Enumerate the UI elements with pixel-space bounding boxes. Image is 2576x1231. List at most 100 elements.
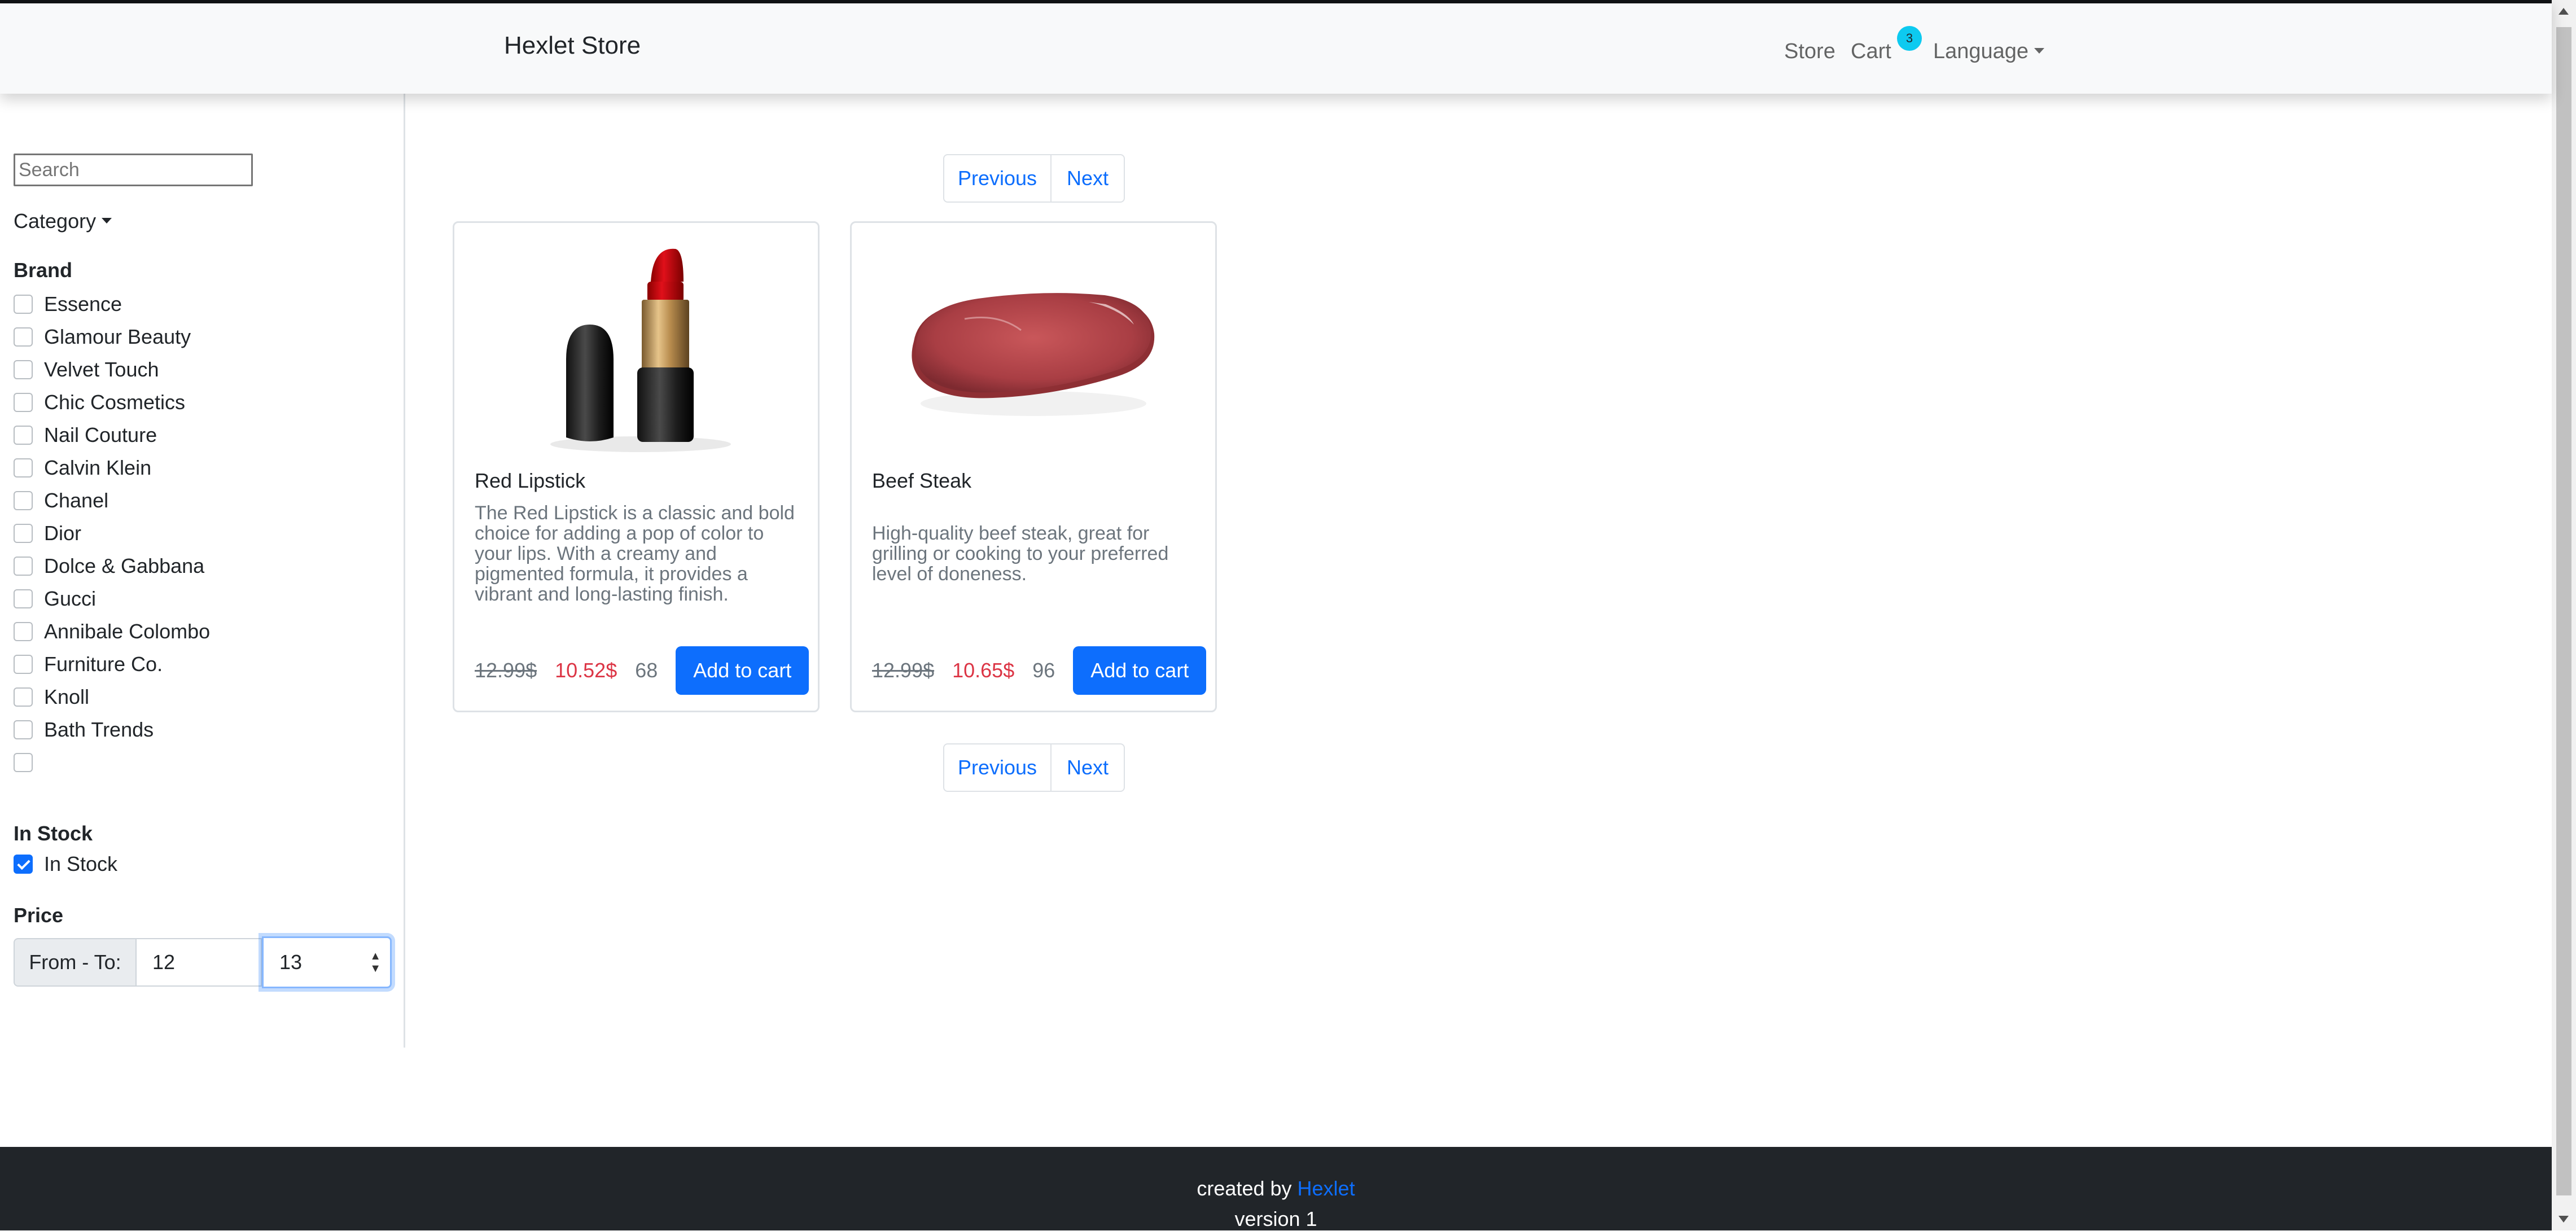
previous-page-button[interactable]: Previous bbox=[944, 155, 1052, 201]
footer-version: version 1 bbox=[1234, 1207, 1317, 1230]
brand-option-label: Glamour Beauty bbox=[44, 325, 191, 348]
old-price: 12.99$ bbox=[475, 659, 537, 682]
checkbox[interactable] bbox=[14, 393, 33, 412]
product-card: Red Lipstick The Red Lipstick is a class… bbox=[453, 221, 820, 712]
checkbox[interactable] bbox=[14, 295, 33, 314]
price-filter-title: Price bbox=[14, 904, 64, 927]
checkbox[interactable] bbox=[14, 524, 33, 543]
brand-option-label: Annibale Colombo bbox=[44, 620, 211, 643]
search-input[interactable] bbox=[14, 154, 253, 186]
add-to-cart-button[interactable]: Add to cart bbox=[1073, 646, 1207, 695]
hexlet-link[interactable]: Hexlet bbox=[1298, 1177, 1355, 1200]
product-card: Beef Steak High-quality beef steak, grea… bbox=[850, 221, 1217, 712]
footer-created-by: created by bbox=[1197, 1177, 1298, 1200]
price-from-value: 12 bbox=[152, 950, 176, 974]
language-dropdown[interactable]: Language bbox=[1933, 40, 2045, 64]
product-description: The Red Lipstick is a classic and bold c… bbox=[475, 502, 795, 605]
brand-option-label: Furniture Co. bbox=[44, 652, 163, 676]
brand-option-label: Dolce & Gabbana bbox=[44, 554, 205, 577]
nav-store-link[interactable]: Store bbox=[1784, 40, 1835, 64]
caret-down-icon bbox=[2034, 48, 2045, 54]
brand-option[interactable]: Calvin Klein bbox=[14, 454, 151, 482]
brand-option[interactable]: Furniture Co. bbox=[14, 650, 163, 678]
brand-option-label: Chanel bbox=[44, 489, 109, 512]
brand-option-label: Velvet Touch bbox=[44, 358, 159, 381]
in-stock-filter-title: In Stock bbox=[14, 822, 93, 845]
price-range-group: From - To: 12 13 ▲ ▼ bbox=[14, 936, 392, 988]
scroll-down-icon[interactable] bbox=[2559, 1216, 2569, 1223]
brand-option[interactable]: Knoll bbox=[14, 683, 89, 711]
brand-filter-title: Brand bbox=[14, 259, 73, 282]
brand-option[interactable]: Dior bbox=[14, 519, 81, 547]
pagination-top: Previous Next bbox=[943, 154, 1125, 203]
brand-option[interactable]: Chic Cosmetics bbox=[14, 388, 185, 417]
language-label: Language bbox=[1933, 40, 2029, 63]
checkbox[interactable] bbox=[14, 491, 33, 510]
caret-down-icon bbox=[102, 218, 112, 224]
brand-option[interactable]: Velvet Touch bbox=[14, 356, 159, 384]
brand-option-label: Essence bbox=[44, 292, 122, 316]
page-scrollbar[interactable] bbox=[2552, 0, 2576, 1230]
in-stock-option[interactable]: In Stock bbox=[14, 850, 117, 878]
filter-sidebar: Category Brand Essence Glamour Beauty Ve… bbox=[0, 94, 405, 1048]
brand-option[interactable]: Glamour Beauty bbox=[14, 323, 191, 351]
product-description: High-quality beef steak, great for grill… bbox=[872, 523, 1169, 585]
sale-price: 10.52$ bbox=[555, 659, 617, 682]
add-to-cart-button[interactable]: Add to cart bbox=[676, 646, 809, 695]
price-from-input[interactable]: 12 bbox=[137, 938, 262, 987]
previous-page-button[interactable]: Previous bbox=[944, 744, 1052, 791]
brand-option-label: Chic Cosmetics bbox=[44, 391, 186, 414]
checkbox[interactable] bbox=[14, 327, 33, 347]
price-to-input[interactable]: 13 ▲ ▼ bbox=[262, 936, 392, 988]
scrollbar-thumb[interactable] bbox=[2556, 27, 2571, 1195]
footer: created by Hexlet version 1 bbox=[0, 1147, 2552, 1230]
scroll-up-icon[interactable] bbox=[2559, 8, 2569, 15]
nav-cart-link[interactable]: Cart bbox=[1851, 40, 1891, 64]
in-stock-option-label: In Stock bbox=[44, 852, 118, 875]
checkbox[interactable] bbox=[14, 655, 33, 674]
brand-option-label: Gucci bbox=[44, 587, 97, 610]
checkbox[interactable] bbox=[14, 687, 33, 707]
next-page-button[interactable]: Next bbox=[1052, 155, 1124, 201]
category-label: Category bbox=[14, 209, 97, 233]
navbar: Hexlet Store Store Cart 3 Language bbox=[0, 0, 2552, 94]
pagination-bottom: Previous Next bbox=[943, 743, 1125, 792]
next-page-button[interactable]: Next bbox=[1052, 744, 1124, 791]
checkbox[interactable] bbox=[14, 753, 33, 772]
checkbox[interactable] bbox=[14, 557, 33, 576]
stock-count: 96 bbox=[1032, 659, 1055, 682]
brand-option[interactable] bbox=[14, 748, 44, 777]
checkbox[interactable] bbox=[14, 458, 33, 477]
lipstick-image bbox=[550, 248, 731, 452]
steak-image bbox=[912, 293, 1155, 416]
category-dropdown[interactable]: Category bbox=[14, 209, 112, 233]
checkbox[interactable] bbox=[14, 589, 33, 608]
checkbox[interactable] bbox=[14, 426, 33, 445]
checkbox[interactable] bbox=[14, 360, 33, 379]
brand-option[interactable]: Dolce & Gabbana bbox=[14, 552, 204, 580]
footer-credit: created by Hexlet bbox=[0, 1177, 2552, 1201]
checkbox-checked[interactable] bbox=[14, 855, 33, 874]
brand-option[interactable]: Essence bbox=[14, 290, 122, 318]
product-title: Beef Steak bbox=[872, 469, 972, 492]
checkbox[interactable] bbox=[14, 622, 33, 641]
stock-count: 68 bbox=[635, 659, 658, 682]
product-price-row: 12.99$ 10.65$ 96 Add to cart bbox=[872, 646, 1207, 695]
brand-option[interactable]: Annibale Colombo bbox=[14, 617, 210, 646]
brand-option-label: Calvin Klein bbox=[44, 456, 152, 479]
price-to-value: 13 bbox=[279, 950, 303, 974]
brand-option-label: Knoll bbox=[44, 685, 90, 708]
product-price-row: 12.99$ 10.52$ 68 Add to cart bbox=[475, 646, 809, 695]
brand-option-label: Nail Couture bbox=[44, 423, 157, 446]
checkbox[interactable] bbox=[14, 720, 33, 739]
product-title: Red Lipstick bbox=[475, 469, 586, 492]
brand-option[interactable]: Chanel bbox=[14, 487, 108, 515]
cart-count-badge: 3 bbox=[1897, 26, 1922, 51]
brand-link[interactable]: Hexlet Store bbox=[504, 32, 641, 60]
sale-price: 10.65$ bbox=[952, 659, 1015, 682]
brand-option[interactable]: Gucci bbox=[14, 585, 96, 613]
brand-option-label: Dior bbox=[44, 522, 82, 545]
brand-option[interactable]: Nail Couture bbox=[14, 421, 157, 449]
brand-option[interactable]: Bath Trends bbox=[14, 716, 154, 744]
number-spinner-icon[interactable]: ▲ ▼ bbox=[370, 950, 381, 975]
